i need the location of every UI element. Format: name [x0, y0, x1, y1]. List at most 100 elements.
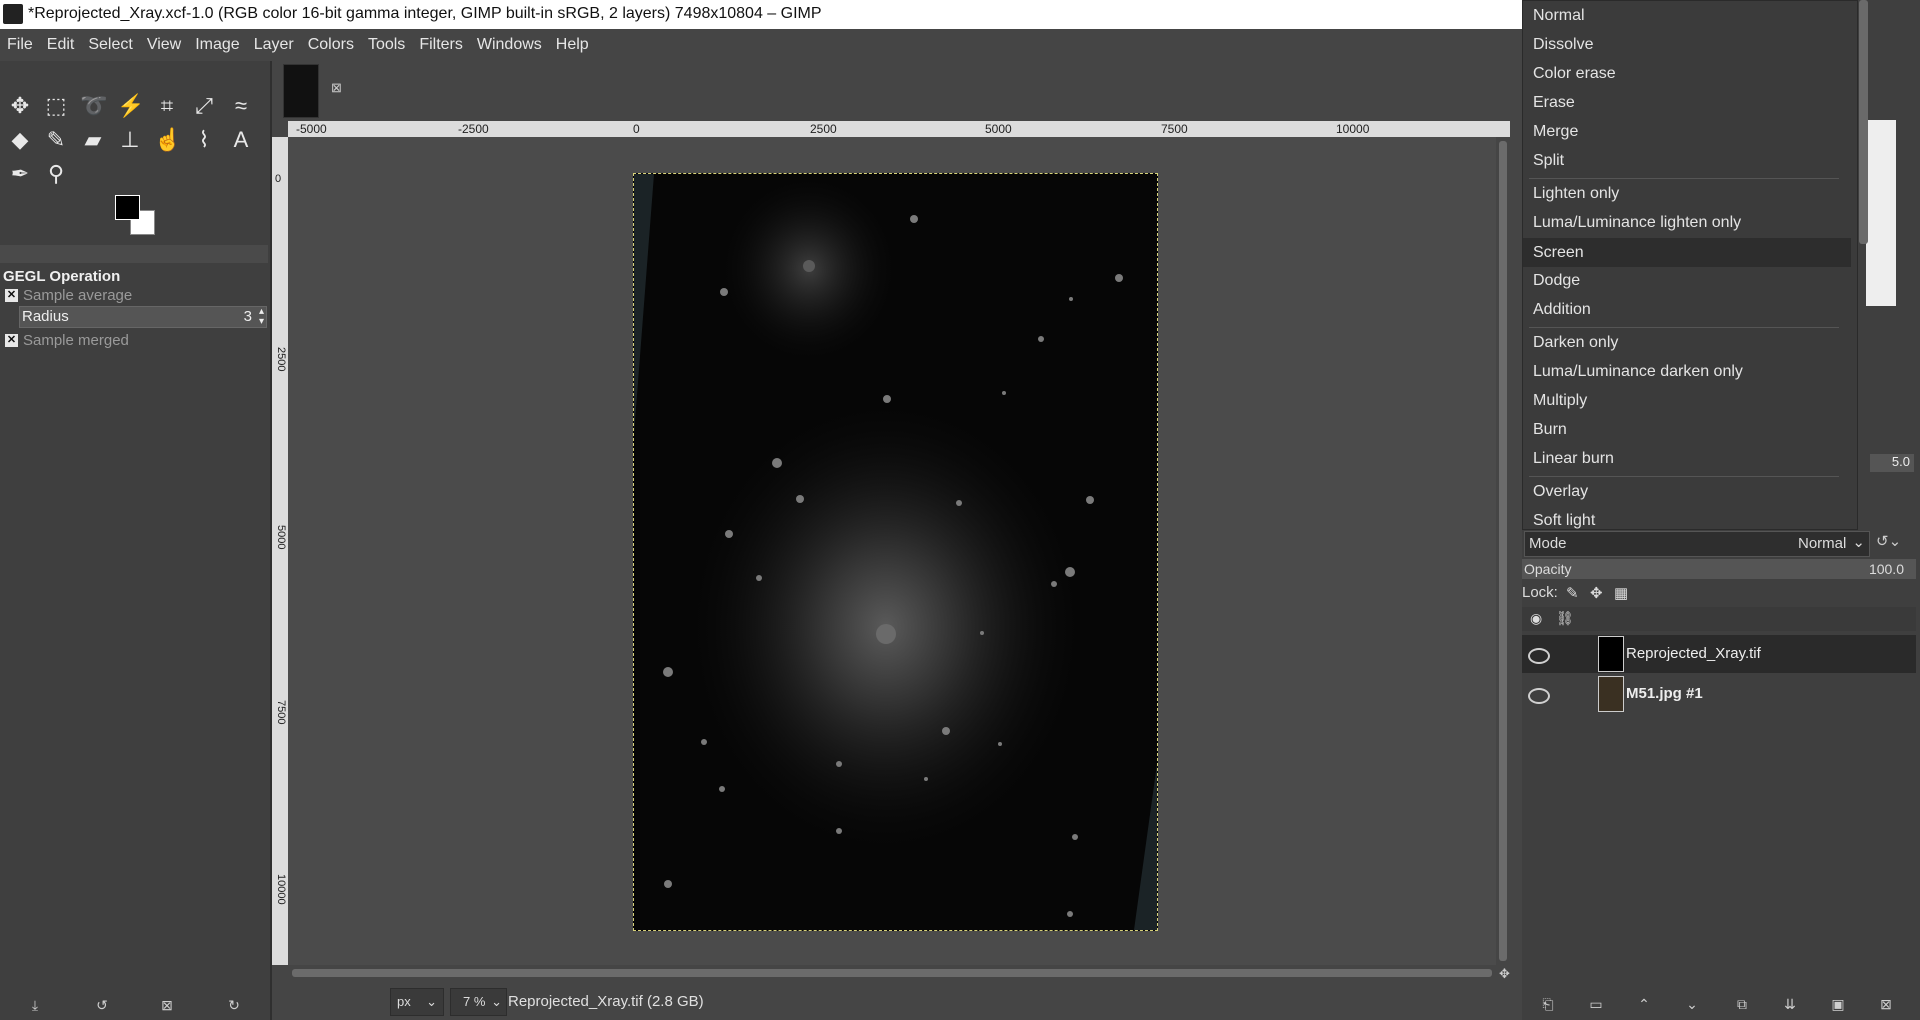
mode-item[interactable]: Split: [1533, 152, 1564, 170]
crop-icon[interactable]: ⌗: [154, 93, 180, 119]
eye-icon[interactable]: [1528, 648, 1550, 664]
reset-options-icon[interactable]: ↻: [224, 997, 244, 1014]
brushes-preview[interactable]: [1866, 120, 1896, 306]
save-options-icon[interactable]: ⤓: [25, 997, 45, 1014]
mode-item[interactable]: Multiply: [1533, 392, 1587, 410]
mode-item[interactable]: Luma/Luminance darken only: [1533, 363, 1743, 381]
menu-filters[interactable]: Filters: [412, 36, 470, 54]
gimp-logo-icon: [3, 4, 23, 24]
mask-layer-icon[interactable]: ▣: [1828, 996, 1848, 1013]
layer-row[interactable]: Reprojected_Xray.tif: [1522, 635, 1916, 673]
clone-icon[interactable]: ⊥: [117, 127, 143, 153]
layer-row[interactable]: M51.jpg #1: [1522, 675, 1916, 713]
delete-options-icon[interactable]: ⊠: [157, 997, 177, 1014]
menu-image[interactable]: Image: [188, 36, 246, 54]
menu-select[interactable]: Select: [81, 36, 139, 54]
paintbrush-icon[interactable]: ✎: [43, 127, 69, 153]
mode-item[interactable]: Linear burn: [1533, 450, 1614, 468]
mode-value: Normal: [1798, 535, 1847, 552]
lasso-icon[interactable]: ➰: [80, 93, 107, 119]
warp-icon[interactable]: ≈: [228, 93, 254, 119]
radius-label: Radius: [22, 308, 69, 325]
ruler-tick: 10000: [1336, 122, 1370, 136]
ruler-tick: 2500: [810, 122, 837, 136]
duplicate-layer-icon[interactable]: ⧉: [1732, 996, 1752, 1013]
image-canvas[interactable]: [633, 173, 1158, 931]
color-picker-icon[interactable]: ✒: [7, 161, 33, 187]
opacity-slider[interactable]: Opacity 100.0: [1522, 559, 1916, 579]
move-icon[interactable]: ✥: [7, 93, 33, 119]
ruler-tick: 5000: [985, 122, 1012, 136]
new-layer-icon[interactable]: ⎗: [1538, 996, 1558, 1013]
mode-item[interactable]: Erase: [1533, 94, 1575, 112]
menu-file[interactable]: File: [0, 36, 40, 54]
ruler-tick: 0: [275, 173, 282, 185]
vertical-ruler: 0 2500 5000 7500 10000: [272, 137, 288, 965]
fuzzy-select-icon[interactable]: ⚡: [117, 93, 144, 119]
eye-icon[interactable]: [1528, 688, 1550, 704]
menu-edit[interactable]: Edit: [40, 36, 82, 54]
dock-tab-strip[interactable]: [0, 245, 268, 263]
menu-layer[interactable]: Layer: [247, 36, 301, 54]
layers-button-bar: ⎗ ▭ ⌃ ⌄ ⧉ ⇊ ▣ ⊠: [1522, 988, 1920, 1020]
mode-item[interactable]: Luma/Luminance lighten only: [1533, 214, 1741, 232]
layer-mode-select[interactable]: Mode Normal ⌄: [1524, 531, 1870, 557]
mode-item[interactable]: Darken only: [1533, 334, 1618, 352]
merge-layer-icon[interactable]: ⇊: [1780, 996, 1800, 1013]
bucket-fill-icon[interactable]: ◆: [7, 127, 33, 153]
transform-icon[interactable]: ⤢: [191, 93, 217, 119]
zoom-select[interactable]: 7 % ⌄: [450, 988, 507, 1016]
raise-layer-icon[interactable]: ⌃: [1634, 996, 1654, 1013]
lock-alpha-icon[interactable]: ▦: [1614, 584, 1628, 602]
menu-windows[interactable]: Windows: [470, 36, 549, 54]
opacity-label: Opacity: [1524, 561, 1572, 577]
text-icon[interactable]: A: [228, 127, 254, 153]
vertical-scrollbar[interactable]: [1496, 137, 1510, 965]
unit-select[interactable]: px ⌄: [390, 988, 444, 1016]
navigate-icon[interactable]: ✥: [1499, 966, 1510, 982]
close-tab-icon[interactable]: ⊠: [331, 80, 342, 96]
mode-item[interactable]: Overlay: [1533, 483, 1588, 501]
menu-view[interactable]: View: [140, 36, 188, 54]
mode-item[interactable]: Merge: [1533, 123, 1578, 141]
blend-mode-dropdown-list[interactable]: Normal Dissolve Color erase Erase Merge …: [1522, 0, 1858, 530]
smudge-icon[interactable]: ☝: [154, 127, 181, 153]
chevron-down-icon: ⌄: [1852, 534, 1865, 551]
image-tab-thumbnail[interactable]: [283, 64, 319, 118]
mode-item[interactable]: Addition: [1533, 301, 1591, 319]
brush-size-value[interactable]: 5.0: [1870, 454, 1914, 472]
menu-colors[interactable]: Colors: [301, 36, 361, 54]
sample-merged-checkbox[interactable]: ✕: [5, 334, 18, 347]
mode-item[interactable]: Burn: [1533, 421, 1567, 439]
rect-select-icon[interactable]: ⬚: [43, 93, 69, 119]
horizontal-scrollbar[interactable]: [288, 965, 1496, 981]
tool-options-title: GEGL Operation: [3, 268, 121, 285]
mode-item[interactable]: Lighten only: [1533, 185, 1619, 203]
lock-position-icon[interactable]: ✥: [1590, 584, 1603, 602]
new-group-icon[interactable]: ▭: [1586, 996, 1606, 1013]
lock-pixels-icon[interactable]: ✎: [1566, 584, 1579, 602]
foreground-color-swatch[interactable]: [115, 195, 140, 220]
mode-item[interactable]: Dodge: [1533, 272, 1580, 290]
dropdown-scrollbar[interactable]: [1859, 0, 1868, 244]
menu-tools[interactable]: Tools: [361, 36, 412, 54]
delete-layer-icon[interactable]: ⊠: [1876, 996, 1896, 1013]
spin-arrows-icon[interactable]: ▴ ▾: [259, 307, 264, 327]
mode-reset-icon[interactable]: ↺⌄: [1876, 532, 1901, 550]
restore-options-icon[interactable]: ↺: [92, 997, 112, 1014]
lower-layer-icon[interactable]: ⌄: [1682, 996, 1702, 1013]
mode-item[interactable]: Color erase: [1533, 65, 1616, 83]
sample-average-checkbox[interactable]: ✕: [5, 289, 18, 302]
menu-help[interactable]: Help: [549, 36, 596, 54]
mode-item[interactable]: Normal: [1533, 7, 1585, 25]
mode-item[interactable]: Dissolve: [1533, 36, 1593, 54]
eraser-icon[interactable]: ▰: [80, 127, 106, 153]
radius-spinbox[interactable]: Radius 3 ▴ ▾: [19, 306, 267, 328]
ruler-tick: 5000: [275, 525, 287, 550]
mode-label: Mode: [1529, 535, 1567, 552]
zoom-icon[interactable]: ⚲: [43, 161, 69, 187]
paths-icon[interactable]: ⌇: [191, 127, 217, 153]
mode-item-selected[interactable]: Screen: [1523, 238, 1851, 267]
zoom-value: 7 %: [463, 994, 486, 1009]
mode-item[interactable]: Soft light: [1533, 512, 1595, 530]
